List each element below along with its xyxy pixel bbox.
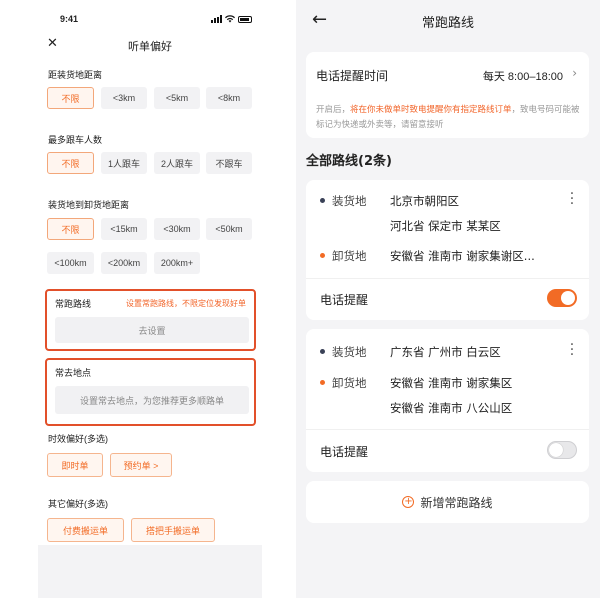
time-pref-label: 时效偏好(多选)	[48, 434, 108, 444]
route-card: 装货地 广东省 广州市 白云区 · · · 卸货地 安徽省 淮南市 谢家集区 安徽省…	[306, 329, 589, 472]
call-reminder-label: 电话提醒	[320, 445, 369, 459]
route-distance-option[interactable]: <50km	[206, 218, 252, 240]
listening-preferences-screen: 9:41 ✕ 听单偏好 距装货地距离 不限 <3km <5km <8km 最多跟…	[38, 0, 262, 598]
battery-icon	[238, 15, 252, 23]
call-reminder-label: 电话提醒	[320, 293, 369, 307]
reminder-time-card[interactable]: 电话提醒时间 每天 8:00–18:00 › 开启后，将在你未做单时致电提醒你有…	[306, 52, 589, 138]
status-bar: 9:41	[38, 14, 262, 28]
reminder-time-value: 每天 8:00–18:00	[482, 71, 563, 83]
right-header: ← 常跑路线	[296, 0, 600, 42]
unload-address: 安徽省 淮南市 谢家集区	[390, 376, 513, 390]
route-distance-option[interactable]: 200km+	[154, 252, 200, 274]
frequent-routes-screen: ← 常跑路线 电话提醒时间 每天 8:00–18:00 › 开启后，将在你未做单…	[296, 0, 600, 598]
frequent-places-title: 常去地点	[55, 368, 92, 378]
frequent-routes-title: 常跑路线	[55, 299, 92, 309]
left-header: ✕ 听单偏好	[38, 36, 262, 54]
unload-label: 卸货地	[332, 376, 367, 390]
followers-label: 最多跟车人数	[48, 135, 103, 145]
add-route-label: 新增常跑路线	[420, 495, 493, 510]
bottom-area	[38, 545, 262, 598]
load-label: 装货地	[332, 194, 367, 208]
load-dot	[320, 198, 325, 203]
distance-option[interactable]: <5km	[154, 87, 200, 109]
route-distance-label: 装货地到卸货地距离	[48, 200, 130, 210]
load-label: 装货地	[332, 345, 367, 359]
frequent-routes-hint: 设置常跑路线，不限定位发现好单	[126, 299, 246, 308]
divider	[306, 278, 589, 279]
time-pref-option[interactable]: 即时单	[47, 453, 103, 477]
status-time: 9:41	[60, 14, 79, 24]
add-route-button[interactable]: + 新增常跑路线	[306, 481, 589, 523]
chevron-right-icon: ›	[572, 66, 577, 80]
time-pref-option[interactable]: 预约单 >	[110, 453, 172, 477]
unload-label: 卸货地	[332, 249, 367, 263]
followers-option[interactable]: 不限	[47, 152, 94, 174]
page-title: 听单偏好	[128, 40, 172, 53]
call-reminder-toggle[interactable]	[547, 289, 577, 307]
route-card: 装货地 北京市朝阳区 河北省 保定市 某某区 · · · 卸货地 安徽省 淮南市 谢…	[306, 180, 589, 320]
distance-option[interactable]: <3km	[101, 87, 147, 109]
unload-address: 安徽省 淮南市 谢家集谢区...	[390, 249, 535, 263]
page-title: 常跑路线	[421, 16, 474, 31]
route-distance-option[interactable]: <100km	[47, 252, 94, 274]
divider	[306, 429, 589, 430]
distance-option[interactable]: 不限	[47, 87, 94, 109]
set-places-button[interactable]: 设置常去地点，为您推荐更多顺路单	[55, 386, 249, 414]
reminder-time-title: 电话提醒时间	[316, 69, 389, 83]
reminder-note: 开启后，将在你未做单时致电提醒你有指定路线订单，致电号码可能被标记为快递或外卖等…	[316, 104, 580, 129]
distance-label: 距装货地距离	[48, 70, 103, 80]
followers-option[interactable]: 2人跟车	[154, 152, 200, 174]
frequent-routes-section: 常跑路线 设置常跑路线，不限定位发现好单 去设置	[45, 289, 256, 351]
unload-dot	[320, 380, 325, 385]
other-pref-label: 其它偏好(多选)	[48, 499, 108, 509]
load-address: 北京市朝阳区	[390, 194, 459, 208]
route-distance-option[interactable]: <30km	[154, 218, 200, 240]
more-icon[interactable]: · · ·	[569, 338, 575, 362]
frequent-places-section: 常去地点 设置常去地点，为您推荐更多顺路单	[45, 358, 256, 426]
unload-address: 安徽省 淮南市 八公山区	[390, 401, 513, 415]
route-distance-option[interactable]: <200km	[101, 252, 147, 274]
wifi-icon	[225, 15, 235, 23]
followers-option[interactable]: 1人跟车	[101, 152, 147, 174]
call-reminder-toggle[interactable]	[547, 441, 577, 459]
other-pref-option[interactable]: 搭把手搬运单	[131, 518, 215, 542]
set-routes-button[interactable]: 去设置	[55, 317, 249, 343]
followers-option[interactable]: 不跟车	[206, 152, 252, 174]
other-pref-option[interactable]: 付费搬运单	[47, 518, 124, 542]
signal-icon	[211, 15, 222, 23]
load-address: 河北省 保定市 某某区	[390, 219, 501, 233]
all-routes-title: 全部路线(2条)	[306, 154, 392, 169]
reminder-note-highlight: 将在你未做单时致电提醒你有指定路线订单	[350, 104, 512, 114]
plus-circle-icon: +	[402, 496, 415, 508]
load-address: 广东省 广州市 白云区	[390, 345, 501, 359]
route-distance-option[interactable]: <15km	[101, 218, 147, 240]
more-icon[interactable]: · · ·	[569, 187, 575, 211]
unload-dot	[320, 253, 325, 258]
route-distance-option[interactable]: 不限	[47, 218, 94, 240]
distance-option[interactable]: <8km	[206, 87, 252, 109]
load-dot	[320, 349, 325, 354]
